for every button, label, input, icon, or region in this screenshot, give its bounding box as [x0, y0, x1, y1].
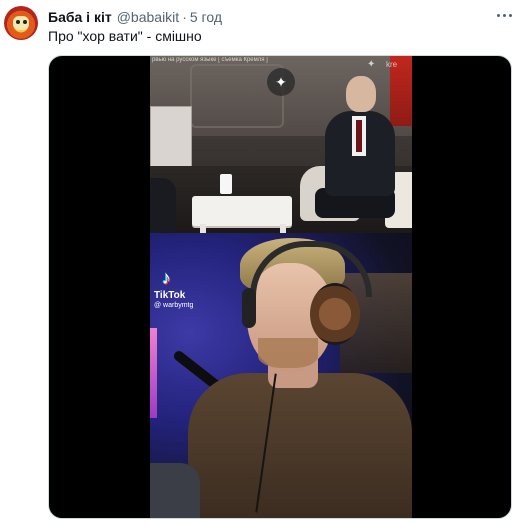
avatar[interactable]	[4, 6, 38, 40]
channel-watermark: kre	[386, 60, 398, 69]
cup	[220, 174, 232, 194]
tiktok-icon: ♪	[162, 268, 171, 288]
eagle-emblem-icon: ✦	[367, 59, 376, 70]
table	[192, 196, 292, 226]
seated-man-head	[346, 76, 376, 112]
user-handle[interactable]: @babaikit	[117, 9, 179, 25]
media-container[interactable]: рвью на русском языке [ съемка Кремля ] …	[48, 55, 512, 519]
sparkle-button[interactable]: ✦	[267, 68, 295, 96]
video-caption: рвью на русском языке [ съемка Кремля ]	[152, 57, 268, 63]
tiktok-handle: @ warbymtg	[154, 302, 194, 309]
separator-dot: ·	[182, 9, 187, 25]
streamer-scene: ♪ TikTok @ warbymtg	[150, 233, 412, 518]
tiktok-brand: TikTok	[154, 290, 186, 301]
headphone-left	[242, 288, 256, 328]
avatar-eye-left	[16, 20, 20, 24]
streamer-beard	[258, 338, 318, 368]
tweet-header: Баба і кіт @babaikit · 5 год	[48, 8, 222, 26]
tweet-text: Про "хор вати" - смішно	[48, 28, 202, 44]
display-name[interactable]: Баба і кіт	[48, 9, 112, 25]
more-options-button[interactable]	[492, 6, 516, 24]
shoulder-foreground	[150, 463, 200, 518]
neon-light	[150, 328, 157, 418]
cabinet	[150, 106, 192, 168]
streamer-sweater	[188, 373, 412, 518]
headphone-right	[310, 283, 360, 345]
timestamp[interactable]: 5 год	[190, 9, 222, 25]
avatar-eye-right	[23, 20, 27, 24]
more-horizontal-icon-dot	[508, 13, 512, 17]
interviewer-silhouette	[150, 178, 176, 233]
more-horizontal-icon-dot	[502, 13, 506, 17]
interview-scene: рвью на русском языке [ съемка Кремля ] …	[150, 56, 412, 236]
video-frame[interactable]: рвью на русском языке [ съемка Кремля ] …	[150, 56, 412, 518]
tie	[356, 120, 362, 152]
sparkle-icon: ✦	[275, 73, 287, 90]
more-horizontal-icon	[496, 13, 500, 17]
